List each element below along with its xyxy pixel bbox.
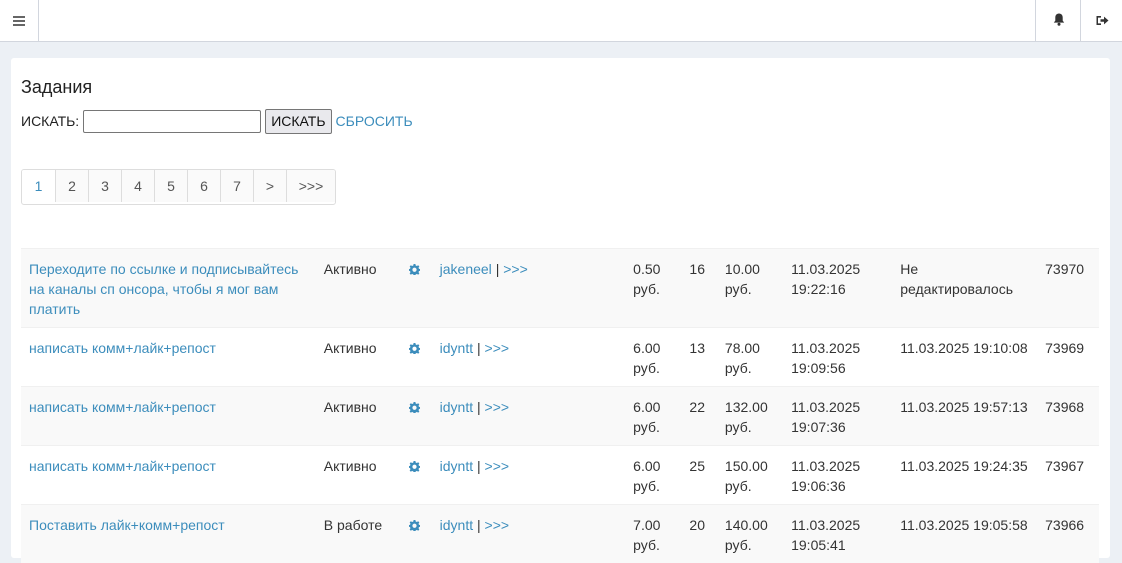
user-link[interactable]: idyntt (440, 517, 473, 533)
task-title-link[interactable]: написать комм+лайк+репост (29, 458, 216, 474)
bell-icon (1053, 13, 1065, 29)
gear-icon[interactable] (409, 515, 420, 536)
user-link[interactable]: jakeneel (440, 261, 492, 277)
task-id: 73969 (1037, 328, 1099, 387)
hamburger-icon (13, 13, 25, 29)
table-row: написать комм+лайк+репост Активно idyntt |… (21, 328, 1099, 387)
user-link[interactable]: idyntt (440, 340, 473, 356)
task-total: 140.00 руб. (717, 505, 783, 563)
page-link[interactable]: 4 (121, 170, 154, 202)
task-status: Активно (316, 387, 402, 446)
task-status: Активно (316, 446, 402, 505)
task-title-link[interactable]: написать комм+лайк+репост (29, 399, 216, 415)
separator: | (477, 458, 481, 474)
tasks-panel: Задания ИСКАТЬ: ИСКАТЬ СБРОСИТЬ 1234567>… (11, 58, 1110, 558)
task-price: 7.00 руб. (625, 505, 681, 563)
task-edited-date: Не редактировалось (892, 249, 1037, 328)
task-count: 25 (681, 446, 717, 505)
task-created-date: 11.03.2025 19:09:56 (783, 328, 892, 387)
page-link[interactable]: 1 (22, 170, 55, 202)
task-edited-date: 11.03.2025 19:57:13 (892, 387, 1037, 446)
page-link[interactable]: 2 (55, 170, 88, 202)
task-count: 20 (681, 505, 717, 563)
user-link[interactable]: idyntt (440, 399, 473, 415)
more-link[interactable]: >>> (485, 340, 510, 356)
task-title-link[interactable]: Переходите по ссылке и подписывайтесь на… (29, 261, 298, 317)
more-link[interactable]: >>> (485, 458, 510, 474)
task-count: 16 (681, 249, 717, 328)
table-row: написать комм+лайк+репост Активно idyntt |… (21, 387, 1099, 446)
page-link[interactable]: 5 (154, 170, 187, 202)
task-created-date: 11.03.2025 19:07:36 (783, 387, 892, 446)
task-total: 150.00 руб. (717, 446, 783, 505)
task-edited-date: 11.03.2025 19:24:35 (892, 446, 1037, 505)
separator: | (496, 261, 500, 277)
more-link[interactable]: >>> (485, 399, 510, 415)
page-link[interactable]: >>> (286, 170, 335, 202)
task-id: 73966 (1037, 505, 1099, 563)
sign-out-icon (1096, 13, 1109, 29)
task-status: В работе (316, 505, 402, 563)
gear-icon[interactable] (409, 397, 420, 418)
separator: | (477, 517, 481, 533)
task-price: 6.00 руб. (625, 328, 681, 387)
task-id: 73967 (1037, 446, 1099, 505)
gear-icon[interactable] (409, 338, 420, 359)
table-row: Поставить лайк+комм+репост В работе idyntt… (21, 505, 1099, 563)
page-link[interactable]: 3 (88, 170, 121, 202)
task-id: 73968 (1037, 387, 1099, 446)
task-edited-date: 11.03.2025 19:10:08 (892, 328, 1037, 387)
separator: | (477, 340, 481, 356)
more-link[interactable]: >>> (503, 261, 528, 277)
task-created-date: 11.03.2025 19:22:16 (783, 249, 892, 328)
page-link[interactable]: 6 (187, 170, 220, 202)
task-price: 0.50 руб. (625, 249, 681, 328)
gear-icon[interactable] (409, 259, 420, 280)
sidebar-toggle-button[interactable] (0, 0, 39, 41)
search-input[interactable] (83, 110, 261, 133)
task-status: Активно (316, 249, 402, 328)
task-price: 6.00 руб. (625, 446, 681, 505)
search-button[interactable]: ИСКАТЬ (265, 109, 331, 134)
notifications-button[interactable] (1035, 0, 1081, 41)
task-total: 78.00 руб. (717, 328, 783, 387)
task-total: 10.00 руб. (717, 249, 783, 328)
user-link[interactable]: idyntt (440, 458, 473, 474)
page-title: Задания (21, 77, 92, 98)
logout-button[interactable] (1080, 0, 1122, 41)
task-title-link[interactable]: написать комм+лайк+репост (29, 340, 216, 356)
task-count: 22 (681, 387, 717, 446)
task-id: 73970 (1037, 249, 1099, 328)
table-row: Переходите по ссылке и подписывайтесь на… (21, 249, 1099, 328)
page-link[interactable]: > (253, 170, 286, 202)
tasks-table: Переходите по ссылке и подписывайтесь на… (21, 248, 1099, 563)
search-label: ИСКАТЬ: (21, 113, 79, 129)
more-link[interactable]: >>> (485, 517, 510, 533)
reset-link[interactable]: СБРОСИТЬ (336, 113, 413, 129)
task-title-link[interactable]: Поставить лайк+комм+репост (29, 517, 225, 533)
separator: | (477, 399, 481, 415)
task-status: Активно (316, 328, 402, 387)
table-row: написать комм+лайк+репост Активно idyntt |… (21, 446, 1099, 505)
task-created-date: 11.03.2025 19:06:36 (783, 446, 892, 505)
task-count: 13 (681, 328, 717, 387)
task-price: 6.00 руб. (625, 387, 681, 446)
search-form: ИСКАТЬ: ИСКАТЬ СБРОСИТЬ (21, 108, 413, 134)
task-created-date: 11.03.2025 19:05:41 (783, 505, 892, 563)
pagination: 1234567>>>> (21, 169, 336, 205)
top-navbar (0, 0, 1122, 42)
task-total: 132.00 руб. (717, 387, 783, 446)
task-edited-date: 11.03.2025 19:05:58 (892, 505, 1037, 563)
page-link[interactable]: 7 (220, 170, 253, 202)
gear-icon[interactable] (409, 456, 420, 477)
